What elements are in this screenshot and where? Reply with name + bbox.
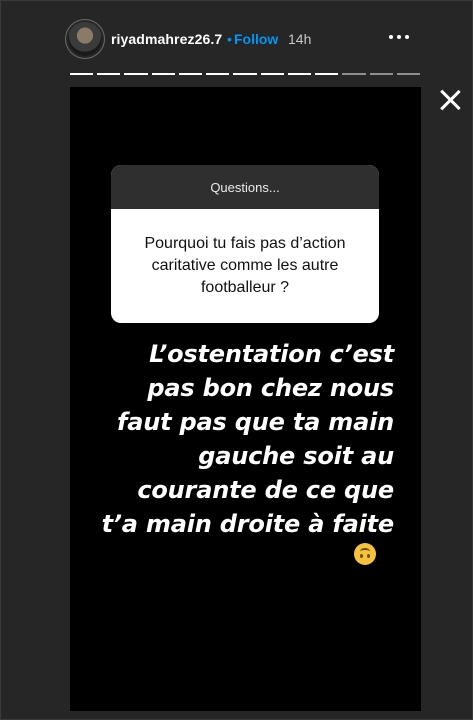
post-time: 14h	[288, 31, 312, 47]
reply-line: faut pas que ta main	[116, 408, 394, 436]
story-content[interactable]: Questions... Pourquoi tu fais pas d’acti…	[70, 87, 421, 711]
reply-line: t’a main droite à faite	[101, 510, 395, 538]
progress-segment	[342, 73, 366, 75]
username[interactable]: riyadmahrez26.7	[111, 31, 222, 47]
close-icon[interactable]	[439, 89, 461, 111]
profile-avatar[interactable]	[68, 22, 102, 56]
progress-segment	[97, 73, 121, 75]
progress-segment	[151, 73, 175, 75]
follow-button[interactable]: Follow	[234, 31, 278, 47]
upside-down-face-emoji-icon	[354, 543, 376, 565]
progress-segment	[233, 73, 257, 75]
question-text: Pourquoi tu fais pas d’action caritative…	[144, 235, 346, 296]
more-options-icon[interactable]	[385, 29, 413, 45]
reply-line: gauche soit au	[198, 442, 394, 470]
progress-segment	[315, 73, 339, 75]
progress-segment	[124, 73, 148, 75]
question-sticker-title: Questions...	[111, 165, 379, 209]
progress-segment	[369, 73, 393, 75]
progress-segment	[287, 73, 312, 75]
story-progress-bar	[70, 73, 421, 75]
reply-line: pas bon chez nous	[147, 374, 394, 402]
progress-segment	[396, 73, 421, 75]
progress-segment	[260, 73, 284, 75]
story-header: riyadmahrez26.7 • Follow 14h	[1, 1, 473, 61]
progress-segment	[178, 73, 203, 75]
reply-line: L’ostentation c’est	[149, 340, 394, 368]
story-reply-text: L’ostentation c’est pas bon chez nous fa…	[90, 337, 395, 541]
question-sticker: Questions... Pourquoi tu fais pas d’acti…	[111, 165, 379, 323]
progress-segment	[206, 73, 230, 75]
separator-dot: •	[227, 31, 232, 47]
progress-segment	[70, 73, 94, 75]
reply-line: courante de ce que	[137, 476, 394, 504]
